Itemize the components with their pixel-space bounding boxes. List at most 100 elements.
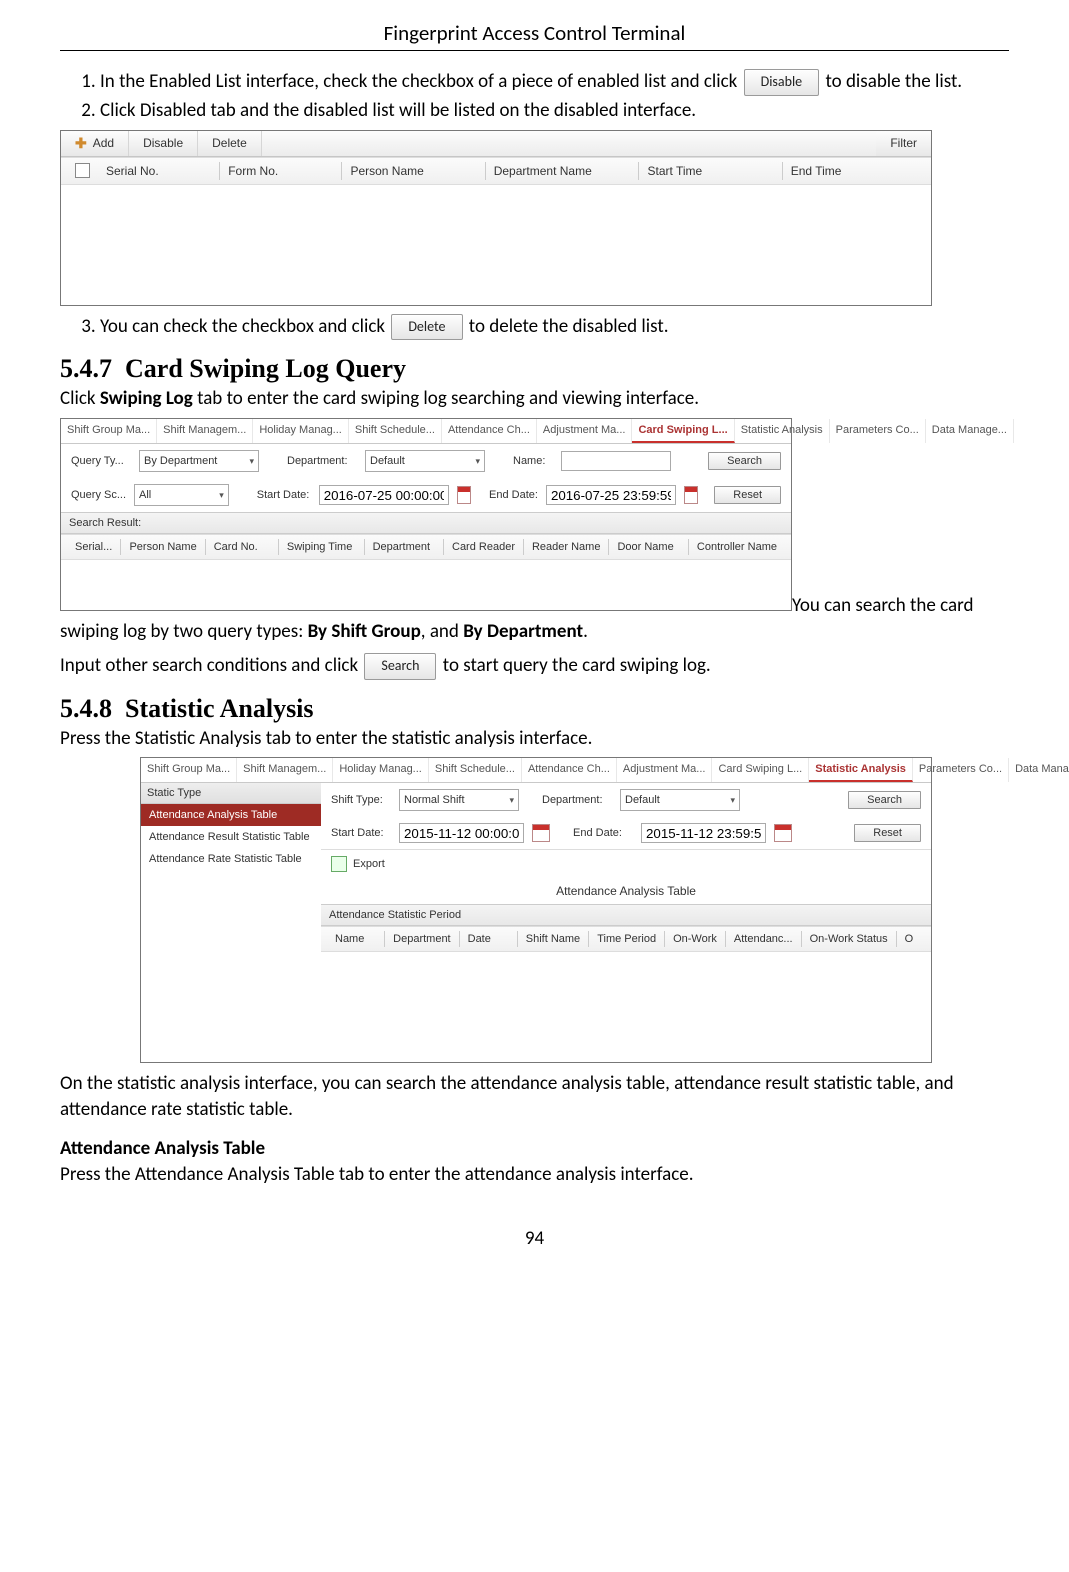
search-result-bar: Search Result: [61, 512, 791, 534]
spacer [262, 131, 877, 156]
column-header: End Time [783, 162, 925, 180]
list-item: In the Enabled List interface, check the… [100, 69, 1009, 96]
chevron-down-icon: ▾ [730, 795, 735, 806]
filter-button[interactable]: Filter [876, 131, 931, 156]
main-panel: Shift Type: Normal Shift▾ Department: De… [321, 783, 931, 1062]
label: Department: [287, 455, 357, 467]
tab[interactable]: Statistic Analysis [735, 419, 830, 443]
sidebar: Static Type Attendance Analysis Table At… [141, 783, 321, 1062]
tab[interactable]: Shift Group Ma... [141, 758, 237, 782]
tab[interactable]: Data Manage... [1009, 758, 1069, 782]
form-row: Query Sc... All▾ Start Date: End Date: R… [61, 478, 791, 512]
tab[interactable]: Attendance Ch... [442, 419, 537, 443]
tab[interactable]: Adjustment Ma... [617, 758, 713, 782]
section-title: Card Swiping Log Query [125, 354, 406, 383]
label: Start Date: [257, 489, 311, 501]
table-title: Attendance Analysis Table [321, 878, 931, 904]
column-header: Person Name [121, 539, 205, 555]
calendar-icon[interactable] [684, 486, 698, 504]
column-header: Person Name [342, 162, 485, 180]
sidebar-item-attendance-analysis[interactable]: Attendance Analysis Table [141, 804, 321, 826]
tab[interactable]: Shift Managem... [237, 758, 333, 782]
label: End Date: [489, 489, 538, 501]
search-button[interactable]: Search [364, 653, 436, 680]
tab[interactable]: Parameters Co... [913, 758, 1009, 782]
disable-button[interactable]: Disable [744, 69, 820, 96]
text: You can check the checkbox and click [100, 315, 389, 338]
column-header: Controller Name [689, 539, 785, 555]
sidebar-heading: Static Type [141, 783, 321, 804]
end-date-input[interactable] [641, 823, 766, 843]
department-select[interactable]: Default▾ [620, 789, 740, 811]
select-value: All [139, 489, 151, 501]
section-number: 5.4.8 [60, 694, 112, 723]
delete-button[interactable]: Delete [391, 314, 462, 341]
checkbox[interactable] [75, 163, 90, 178]
column-header: Department [365, 539, 444, 555]
end-date-input[interactable] [546, 485, 676, 505]
label: Query Ty... [71, 455, 131, 467]
tab[interactable]: Shift Group Ma... [61, 419, 157, 443]
search-button[interactable]: Search [708, 452, 781, 470]
calendar-icon[interactable] [774, 824, 792, 842]
tab[interactable]: Data Manage... [926, 419, 1014, 443]
calendar-icon[interactable] [532, 824, 550, 842]
tab[interactable]: Shift Managem... [157, 419, 253, 443]
paragraph: Press the Statistic Analysis tab to ente… [60, 726, 1009, 752]
table-header: Serial... Person Name Card No. Swiping T… [61, 534, 791, 560]
section-number: 5.4.7 [60, 354, 112, 383]
add-button[interactable]: ✚ Add [61, 131, 129, 156]
department-select[interactable]: Default▾ [365, 450, 485, 472]
tab[interactable]: Parameters Co... [830, 419, 926, 443]
column-header: O [897, 931, 925, 947]
column-header: Date [460, 931, 518, 947]
tab[interactable]: Holiday Manag... [253, 419, 349, 443]
chevron-down-icon: ▾ [509, 795, 514, 806]
column-header: Name [327, 931, 385, 947]
chevron-down-icon: ▾ [249, 456, 254, 467]
shift-type-select[interactable]: Normal Shift▾ [399, 789, 519, 811]
column-header: Card Reader [444, 539, 524, 555]
column-header: Door Name [609, 539, 688, 555]
tab-active[interactable]: Statistic Analysis [809, 758, 913, 782]
tab-active[interactable]: Card Swiping L... [632, 419, 734, 443]
sidebar-item-result-statistic[interactable]: Attendance Result Statistic Table [141, 826, 321, 848]
export-button[interactable]: Export [353, 858, 385, 870]
page-header: Fingerprint Access Control Terminal [60, 20, 1009, 51]
tab[interactable]: Card Swiping L... [712, 758, 809, 782]
column-header: Department [385, 931, 459, 947]
column-header: Shift Name [518, 931, 589, 947]
start-date-input[interactable] [399, 823, 524, 843]
figure-statistic-analysis: Shift Group Ma... Shift Managem... Holid… [140, 757, 932, 1063]
column-header: Card No. [206, 539, 279, 555]
form-row: Query Ty... By Department▾ Department: D… [61, 444, 791, 478]
reset-button[interactable]: Reset [714, 486, 781, 504]
tab[interactable]: Attendance Ch... [522, 758, 617, 782]
table-body [321, 952, 931, 1062]
search-button[interactable]: Search [848, 791, 921, 809]
delete-button[interactable]: Delete [198, 131, 262, 156]
label: Shift Type: [331, 794, 391, 806]
query-type-select[interactable]: By Department▾ [139, 450, 259, 472]
bold-text: By Department [463, 620, 583, 643]
table-body [61, 560, 791, 610]
start-date-input[interactable] [319, 485, 449, 505]
figure-card-swiping-log: Shift Group Ma... Shift Managem... Holid… [60, 418, 792, 611]
column-header: Reader Name [524, 539, 609, 555]
text: to disable the list. [825, 70, 962, 93]
calendar-icon[interactable] [457, 486, 471, 504]
table-body [61, 185, 931, 305]
label: Add [93, 136, 114, 150]
tab[interactable]: Shift Schedule... [349, 419, 442, 443]
tab[interactable]: Shift Schedule... [429, 758, 522, 782]
query-scope-select[interactable]: All▾ [134, 484, 229, 506]
sidebar-item-rate-statistic[interactable]: Attendance Rate Statistic Table [141, 848, 321, 870]
label: End Date: [573, 827, 633, 839]
name-input[interactable] [561, 451, 671, 471]
paragraph: On the statistic analysis interface, you… [60, 1071, 1009, 1122]
text: to start query the card swiping log. [443, 654, 711, 677]
tab[interactable]: Adjustment Ma... [537, 419, 633, 443]
tab[interactable]: Holiday Manag... [333, 758, 429, 782]
disable-button[interactable]: Disable [129, 131, 198, 156]
reset-button[interactable]: Reset [854, 824, 921, 842]
